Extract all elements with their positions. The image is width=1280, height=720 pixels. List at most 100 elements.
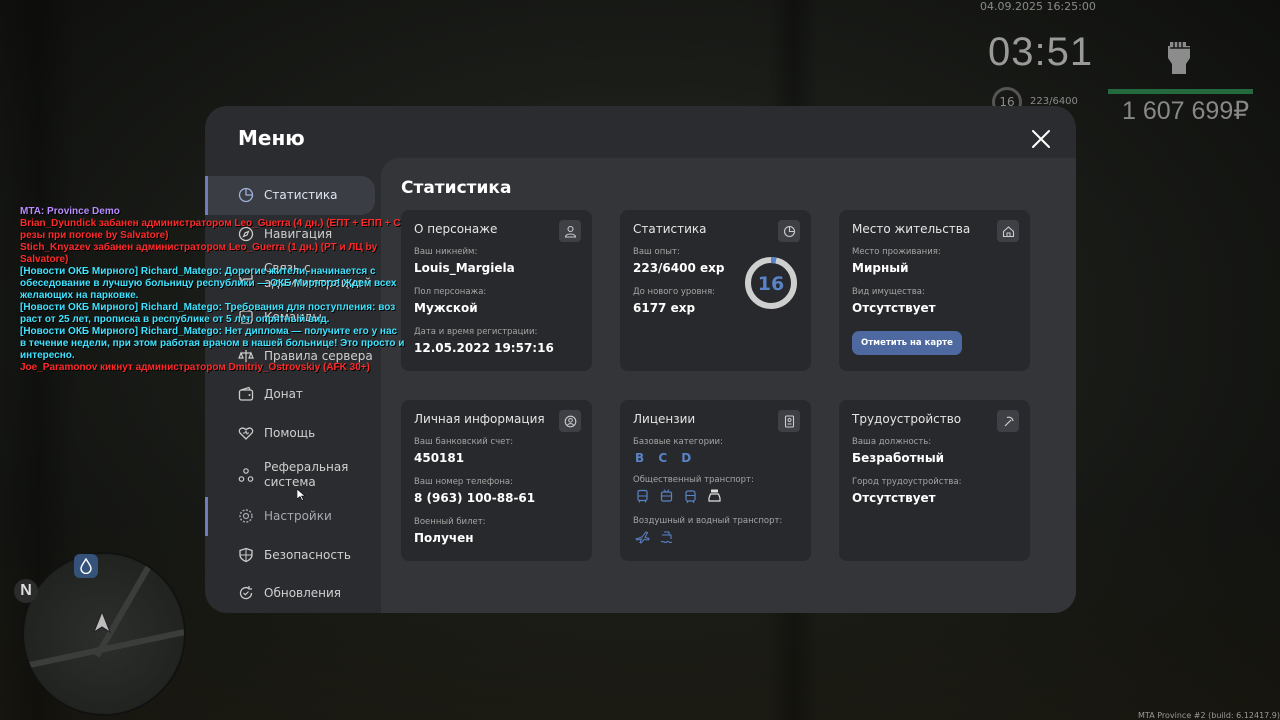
sidebar-item-label: Команды: [264, 310, 322, 325]
label: Дата и время регистрации:: [414, 327, 538, 337]
label: Ваш никнейм:: [414, 247, 478, 257]
sidebar-item-referral[interactable]: Реферальная система: [205, 452, 381, 497]
label: Вид имущества:: [852, 287, 925, 297]
hud-datetime: 04.09.2025 16:25:00: [980, 0, 1096, 13]
pickaxe-icon: [997, 410, 1019, 432]
label: Военный билет:: [414, 517, 486, 527]
sidebar-item-label: Правила сервера: [264, 348, 373, 363]
sidebar-item-settings[interactable]: Настройки: [205, 497, 381, 536]
card-stats: Статистика Ваш опыт: 223/6400 exp До нов…: [620, 210, 811, 371]
shield-icon: [239, 547, 253, 562]
compass-icon: [238, 226, 254, 241]
card-employment: Трудоустройство Ваша должность: Безработ…: [839, 400, 1030, 561]
boat-icon: [660, 531, 673, 544]
residence-value: Мирный: [852, 261, 909, 275]
gender-value: Мужской: [414, 301, 478, 315]
air-water-transport-icons: [635, 530, 801, 545]
sidebar-item-updates[interactable]: Обновления: [205, 574, 381, 613]
card-title: Место жительства: [852, 222, 971, 236]
close-icon[interactable]: [1030, 128, 1052, 150]
mouse-cursor-icon: [297, 489, 305, 501]
sidebar-item-commands[interactable]: Команды: [205, 298, 381, 337]
registration-value: 12.05.2022 19:57:16: [414, 341, 554, 355]
card-title: Личная информация: [414, 412, 545, 426]
trolleybus-icon: [660, 489, 673, 502]
hud-clock: 03:51: [988, 30, 1094, 74]
label: Базовые категории:: [633, 437, 723, 447]
user-icon: [559, 220, 581, 242]
label: Общественный транспорт:: [633, 475, 754, 485]
card-residence: Место жительства Место проживания: Мирны…: [839, 210, 1030, 371]
health-bar: [1108, 89, 1253, 94]
label: Ваш банковский счет:: [414, 437, 514, 447]
rules-icon: [238, 349, 254, 362]
label: Воздушный и водный транспорт:: [633, 516, 783, 526]
property-value: Отсутствует: [852, 301, 936, 315]
north-indicator: N: [14, 579, 38, 603]
sidebar-item-donate[interactable]: Донат: [205, 375, 381, 414]
water-drop-icon: [74, 554, 98, 578]
sidebar-item-admin-contact[interactable]: Связь с администрацией: [205, 253, 381, 298]
sidebar: Статистика Навигация Связь с администрац…: [205, 176, 381, 613]
menu-window: Меню Статистика Навигация Связь с админи…: [205, 106, 1076, 613]
update-icon: [239, 586, 253, 600]
label: Место проживания:: [852, 247, 941, 257]
command-icon: [239, 310, 253, 324]
card-title: О персонаже: [414, 222, 498, 236]
chart-pie-icon: [778, 220, 800, 242]
sidebar-item-label: Статистика: [264, 188, 338, 203]
sidebar-item-help[interactable]: Помощь: [205, 414, 381, 453]
sidebar-item-label: Донат: [264, 387, 303, 402]
level-progress-ring: 16: [745, 257, 797, 309]
card-title: Трудоустройство: [852, 412, 962, 426]
bus-icon: [637, 489, 648, 503]
fist-icon: [1168, 42, 1190, 74]
content-panel: Статистика О персонаже Ваш никнейм: Loui…: [381, 158, 1076, 613]
level-value: 16: [758, 273, 784, 295]
sidebar-item-label: Помощь: [264, 425, 316, 440]
hud-money: 1 607 699₽: [1122, 97, 1250, 125]
card-title: Лицензии: [633, 412, 696, 426]
phone-value: 8 (963) 100-88-61: [414, 491, 536, 505]
military-id-value: Получен: [414, 531, 474, 545]
sidebar-item-label: Обновления: [264, 586, 342, 601]
wallet-icon: [238, 387, 254, 401]
card-title: Статистика: [633, 222, 707, 236]
page-title: Статистика: [401, 178, 512, 198]
label: Ваш номер телефона:: [414, 477, 513, 487]
help-heart-icon: [238, 427, 254, 440]
sidebar-item-label: Настройки: [264, 509, 332, 524]
sidebar-item-label: Связь с администрацией: [264, 260, 372, 290]
sidebar-item-label: Навигация: [264, 226, 333, 241]
label: Город трудоустройства:: [852, 477, 962, 487]
minimap: [22, 552, 186, 716]
chart-pie-icon: [238, 188, 254, 203]
menu-title: Меню: [238, 126, 305, 150]
public-transport-icons: [635, 489, 801, 504]
profile-circle-icon: [559, 410, 581, 432]
sidebar-item-rules[interactable]: Правила сервера: [205, 337, 381, 376]
work-city-value: Отсутствует: [852, 491, 936, 505]
card-licenses: Лицензии Базовые категории: B C D Общест…: [620, 400, 811, 561]
nickname-value: Louis_Margiela: [414, 261, 515, 275]
label: Ваша должность:: [852, 437, 932, 447]
home-icon: [997, 220, 1019, 242]
position-value: Безработный: [852, 451, 945, 465]
sidebar-item-stats[interactable]: Статистика: [205, 176, 375, 215]
tram-icon: [685, 490, 696, 504]
gear-icon: [239, 509, 253, 523]
referral-icon: [238, 467, 254, 482]
card-persona: О персонаже Ваш никнейм: Louis_Margiela …: [401, 210, 592, 371]
bank-account-value: 450181: [414, 451, 465, 465]
plane-icon: [635, 531, 650, 544]
sidebar-item-navigation[interactable]: Навигация: [205, 215, 381, 254]
taxi-icon: [708, 489, 721, 502]
sidebar-item-security[interactable]: Безопасность: [205, 536, 381, 575]
build-info: MTA Province #2 (build: 6.12417.9): [1138, 711, 1280, 720]
chat-icon: [239, 269, 253, 284]
card-personal-info: Личная информация Ваш банковский счет: 4…: [401, 400, 592, 561]
license-doc-icon: [778, 410, 800, 432]
sidebar-item-label: Реферальная система: [264, 459, 349, 489]
mark-on-map-button[interactable]: Отметить на карте: [852, 331, 962, 355]
sidebar-item-label: Безопасность: [264, 547, 351, 562]
